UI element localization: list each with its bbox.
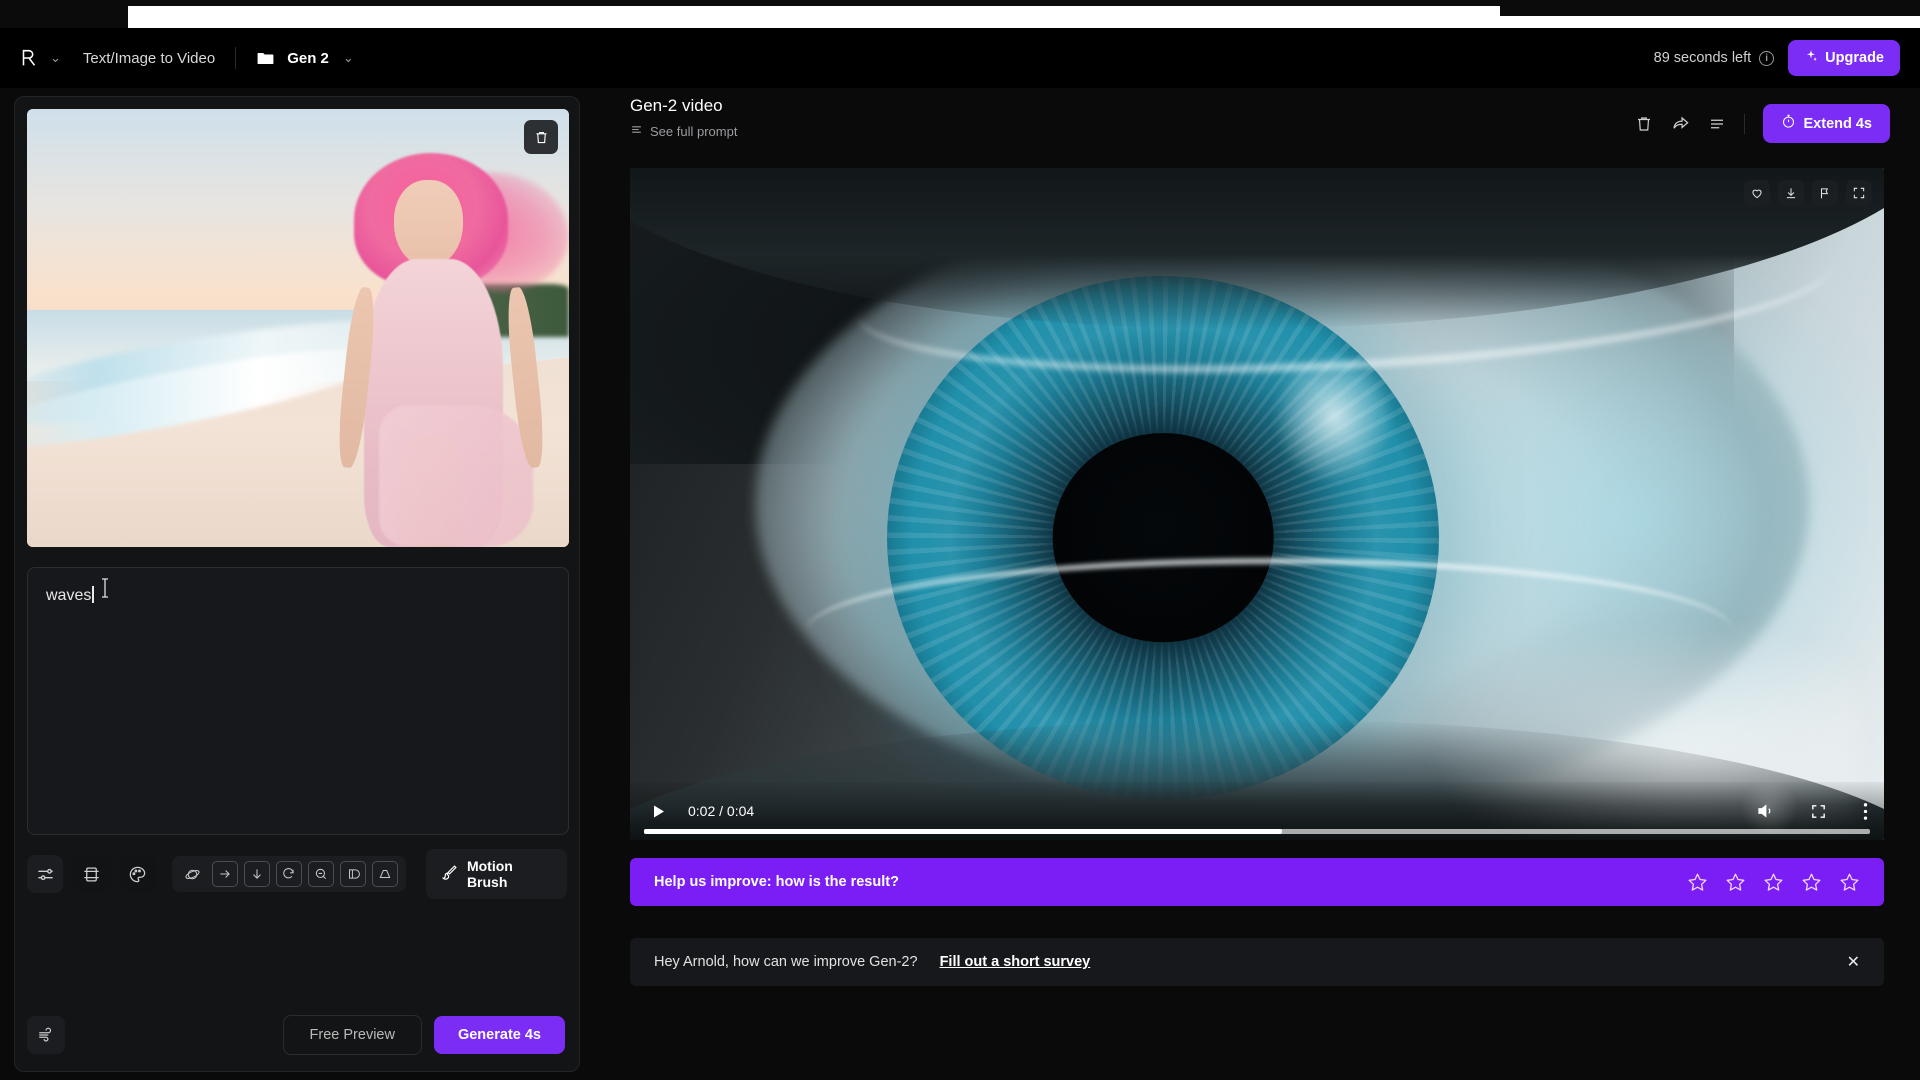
info-icon[interactable]: i (1759, 50, 1775, 66)
brush-icon (441, 864, 458, 884)
survey-link[interactable]: Fill out a short survey (940, 954, 1091, 970)
tool-row: Motion Brush (15, 835, 579, 899)
arrow-right-icon[interactable] (211, 861, 238, 887)
dolly-icon[interactable] (371, 861, 398, 887)
motion-brush-label: Motion Brush (466, 858, 513, 890)
frame-icon[interactable] (73, 855, 110, 893)
browser-page-edge (0, 0, 1920, 28)
lines-icon (630, 123, 643, 139)
star-rating (1687, 872, 1860, 893)
logo-chevron-down-icon[interactable]: ⌄ (50, 50, 61, 66)
upgrade-label: Upgrade (1825, 50, 1884, 66)
video-player[interactable]: 0:02 / 0:04 (630, 168, 1884, 840)
rating-banner: Help us improve: how is the result? (630, 858, 1884, 906)
video-menu-button[interactable] (1708, 115, 1726, 133)
see-full-prompt-label: See full prompt (650, 123, 738, 139)
star-outline-icon[interactable] (1725, 872, 1746, 893)
prompt-text-value: waves (46, 587, 92, 604)
tilt-icon[interactable] (339, 861, 366, 887)
video-controls-right (1756, 802, 1868, 821)
fullscreen-icon[interactable] (1810, 803, 1827, 820)
star-outline-icon[interactable] (1801, 872, 1822, 893)
trash-icon (1637, 116, 1650, 131)
video-header: Gen-2 video See full prompt Extend 4s (630, 96, 1890, 168)
camera-controls-group (171, 856, 406, 892)
trash-icon (536, 131, 546, 143)
video-overlay-actions (1744, 180, 1872, 206)
heart-icon[interactable] (1744, 180, 1770, 206)
survey-bar: Hey Arnold, how can we improve Gen-2? Fi… (630, 938, 1884, 986)
generate-actions-row: Free Preview Generate 4s (15, 1015, 579, 1071)
video-title: Gen-2 video (630, 96, 723, 115)
sparkle-icon (1804, 49, 1818, 67)
folder-icon (256, 49, 275, 68)
delete-reference-image-button[interactable] (524, 120, 558, 154)
header-right-group: 89 seconds left i Upgrade (1654, 40, 1920, 76)
text-caret (92, 586, 94, 603)
project-name[interactable]: Gen 2 (287, 50, 329, 67)
seconds-left-label: 89 seconds left (1653, 50, 1752, 66)
rotate-icon[interactable] (275, 861, 302, 887)
star-outline-icon[interactable] (1839, 872, 1860, 893)
flag-icon[interactable] (1812, 180, 1838, 206)
volume-icon[interactable] (1756, 802, 1774, 820)
delete-video-button[interactable] (1635, 115, 1653, 133)
app-root: ⌄ Text/Image to Video Gen 2 ⌄ 89 seconds… (0, 0, 1920, 1080)
header-divider (235, 47, 237, 69)
time-display: 0:02 / 0:04 (688, 803, 755, 819)
close-icon[interactable]: ✕ (1847, 952, 1860, 972)
video-title-group: Gen-2 video See full prompt (630, 96, 737, 139)
extend-button[interactable]: Extend 4s (1762, 104, 1890, 143)
free-preview-button[interactable]: Free Preview (282, 1015, 422, 1055)
menu-icon (1710, 119, 1723, 128)
wind-settings-icon[interactable] (27, 1016, 65, 1054)
stopwatch-icon (1781, 114, 1796, 133)
arrow-down-icon[interactable] (243, 861, 270, 887)
extend-label: Extend 4s (1803, 115, 1873, 132)
video-header-actions: Extend 4s (1635, 96, 1890, 143)
share-video-button[interactable] (1671, 114, 1690, 133)
video-frame-content (630, 168, 1884, 840)
motion-brush-button[interactable]: Motion Brush (425, 849, 567, 899)
expand-icon[interactable] (1846, 180, 1872, 206)
upgrade-button[interactable]: Upgrade (1788, 40, 1900, 76)
rating-banner-text: Help us improve: how is the result? (654, 874, 899, 890)
star-outline-icon[interactable] (1763, 872, 1784, 893)
download-icon[interactable] (1778, 180, 1804, 206)
reference-image[interactable] (27, 109, 569, 547)
seconds-left-status: 89 seconds left i (1654, 50, 1775, 66)
runway-logo-icon[interactable] (14, 43, 44, 73)
video-result-panel: Gen-2 video See full prompt Extend 4s 0:… (630, 96, 1890, 1076)
kebab-menu-icon[interactable] (1863, 802, 1868, 821)
project-chevron-down-icon[interactable]: ⌄ (343, 50, 354, 66)
see-full-prompt-link[interactable]: See full prompt (630, 123, 737, 139)
header-left-group: ⌄ Text/Image to Video Gen 2 ⌄ (0, 43, 354, 73)
survey-text: Hey Arnold, how can we improve Gen-2? (654, 954, 918, 970)
share-icon (1673, 116, 1689, 129)
star-outline-icon[interactable] (1687, 872, 1708, 893)
palette-icon[interactable] (119, 855, 156, 893)
header-actions-divider (1743, 113, 1745, 134)
mouse-ibeam-cursor (100, 577, 110, 599)
reference-image-content (27, 109, 569, 547)
video-progress-bar[interactable] (644, 829, 1870, 834)
zoom-out-icon[interactable] (307, 861, 334, 887)
generation-panel: waves Motion Brush Free Preview Generate… (14, 96, 580, 1072)
orbit-icon[interactable] (180, 861, 206, 887)
sliders-icon[interactable] (27, 855, 64, 893)
generate-button[interactable]: Generate 4s (433, 1016, 565, 1054)
play-button[interactable] (646, 799, 670, 823)
app-header: ⌄ Text/Image to Video Gen 2 ⌄ 89 seconds… (0, 28, 1920, 88)
mode-label[interactable]: Text/Image to Video (83, 50, 215, 67)
prompt-input[interactable]: waves (27, 567, 569, 835)
